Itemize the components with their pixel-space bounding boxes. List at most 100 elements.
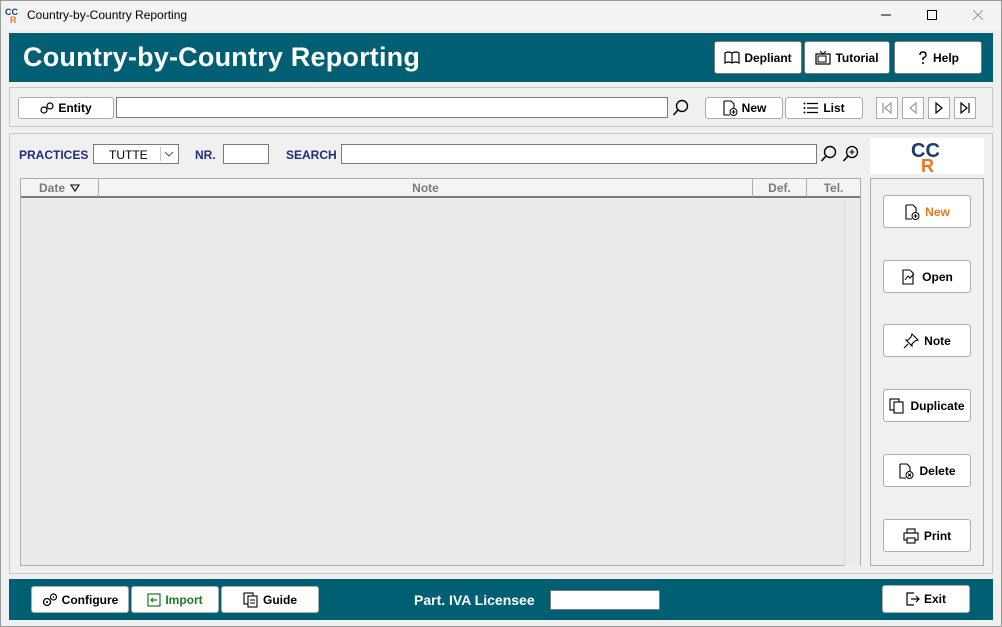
column-header-date[interactable]: Date: [21, 179, 99, 197]
nr-input[interactable]: [223, 144, 269, 164]
print-button[interactable]: Print: [883, 519, 971, 552]
column-note-label: Note: [412, 181, 439, 195]
new-document-icon: [723, 100, 738, 116]
actions-panel: New Open Note Duplicate Delete Print: [870, 178, 984, 566]
practices-label: PRACTICES: [19, 148, 89, 162]
configure-label: Configure: [61, 592, 119, 607]
search-icon: [820, 145, 837, 162]
question-icon: [919, 50, 927, 64]
entity-button[interactable]: Entity: [18, 97, 114, 119]
tv-icon: [815, 50, 832, 65]
entity-label: Entity: [58, 101, 92, 115]
list-icon: [803, 102, 819, 114]
practices-selected-value: TUTTE: [109, 148, 148, 162]
column-header-note[interactable]: Note: [99, 179, 753, 197]
zoom-search-button[interactable]: [841, 144, 861, 164]
next-record-button[interactable]: [928, 97, 950, 119]
new-document-icon: [905, 203, 920, 220]
open-button[interactable]: Open: [883, 260, 971, 293]
column-def-label: Def.: [768, 181, 791, 195]
minimize-icon: [881, 14, 891, 16]
delete-button[interactable]: Delete: [883, 454, 971, 487]
delete-label: Delete: [919, 463, 956, 478]
duplicate-label: Duplicate: [910, 398, 965, 413]
column-date-label: Date: [38, 181, 65, 195]
list-button[interactable]: List: [785, 97, 863, 119]
column-header-tel[interactable]: Tel.: [807, 179, 860, 197]
previous-record-button[interactable]: [902, 97, 924, 119]
table-scrollbar[interactable]: [844, 200, 860, 566]
search-button[interactable]: [819, 144, 839, 164]
link-icon: [40, 102, 54, 114]
delete-document-icon: [899, 462, 914, 479]
minimize-button[interactable]: [863, 1, 909, 29]
close-button[interactable]: [955, 1, 1001, 29]
svg-text:R: R: [10, 15, 17, 24]
new-entity-button[interactable]: New: [705, 97, 783, 119]
import-button[interactable]: Import: [131, 586, 219, 613]
entity-search-button[interactable]: [670, 97, 692, 119]
licensee-label: Part. IVA Licensee: [414, 592, 535, 608]
nr-label: NR.: [195, 148, 216, 162]
page-title: Country-by-Country Reporting: [23, 42, 421, 72]
column-header-def[interactable]: Def.: [753, 179, 807, 197]
tutorial-button[interactable]: Tutorial: [804, 41, 890, 74]
help-label: Help: [932, 50, 959, 65]
exit-button[interactable]: Exit: [882, 585, 970, 613]
new-practice-label: New: [925, 204, 950, 219]
window-title: Country-by-Country Reporting: [27, 8, 188, 22]
app-footer: Configure Import Guide Part. IVA License…: [9, 579, 993, 620]
search-input[interactable]: [341, 144, 817, 164]
practices-panel: PRACTICES TUTTE NR. SEARCH CC R Date Not…: [9, 133, 993, 574]
exit-label: Exit: [923, 592, 946, 606]
close-icon: [973, 10, 983, 20]
guide-label: Guide: [262, 592, 297, 607]
last-record-button[interactable]: [954, 97, 976, 119]
entity-toolbar: Entity New List: [9, 87, 993, 127]
tutorial-label: Tutorial: [835, 50, 879, 65]
previous-icon: [909, 102, 917, 114]
licensee-vat-input[interactable]: [550, 590, 660, 610]
chevron-down-icon: [160, 147, 176, 161]
printer-icon: [903, 527, 919, 544]
skip-first-icon: [882, 102, 892, 114]
open-document-icon: [902, 268, 915, 285]
guide-button[interactable]: Guide: [221, 586, 319, 613]
book-icon: [724, 50, 740, 64]
exit-icon: [906, 592, 920, 606]
practices-select[interactable]: TUTTE: [93, 144, 179, 164]
note-button[interactable]: Note: [883, 324, 971, 357]
svg-text:R: R: [921, 156, 934, 174]
import-label: Import: [165, 592, 203, 607]
new-practice-button[interactable]: New: [883, 195, 971, 228]
depliant-button[interactable]: Depliant: [714, 41, 802, 74]
entity-input[interactable]: [116, 97, 668, 118]
duplicate-button[interactable]: Duplicate: [883, 389, 971, 422]
ccr-logo-icon: CC R: [911, 140, 940, 176]
configure-button[interactable]: Configure: [31, 586, 129, 613]
first-record-button[interactable]: [876, 97, 898, 119]
app-logo-icon: CC R: [5, 7, 18, 24]
column-tel-label: Tel.: [823, 181, 844, 195]
import-icon: [147, 592, 161, 607]
depliant-label: Depliant: [744, 50, 792, 65]
guide-copy-icon: [243, 591, 258, 608]
open-label: Open: [922, 269, 953, 284]
note-label: Note: [924, 333, 951, 348]
gears-icon: [42, 592, 57, 606]
next-icon: [935, 102, 943, 114]
zoom-in-icon: [842, 145, 859, 162]
title-bar: CC R Country-by-Country Reporting: [1, 1, 1001, 29]
table-header: Date Note Def. Tel.: [21, 179, 860, 198]
practices-table: Date Note Def. Tel.: [20, 178, 861, 566]
help-button[interactable]: Help: [894, 41, 982, 74]
copy-icon: [889, 397, 905, 414]
maximize-button[interactable]: [909, 1, 955, 29]
ccr-logo: CC R: [870, 138, 984, 176]
skip-last-icon: [960, 102, 970, 114]
list-label: List: [823, 101, 845, 115]
search-icon: [672, 99, 689, 116]
maximize-icon: [927, 10, 937, 20]
pin-icon: [903, 332, 920, 348]
new-entity-label: New: [741, 101, 767, 115]
